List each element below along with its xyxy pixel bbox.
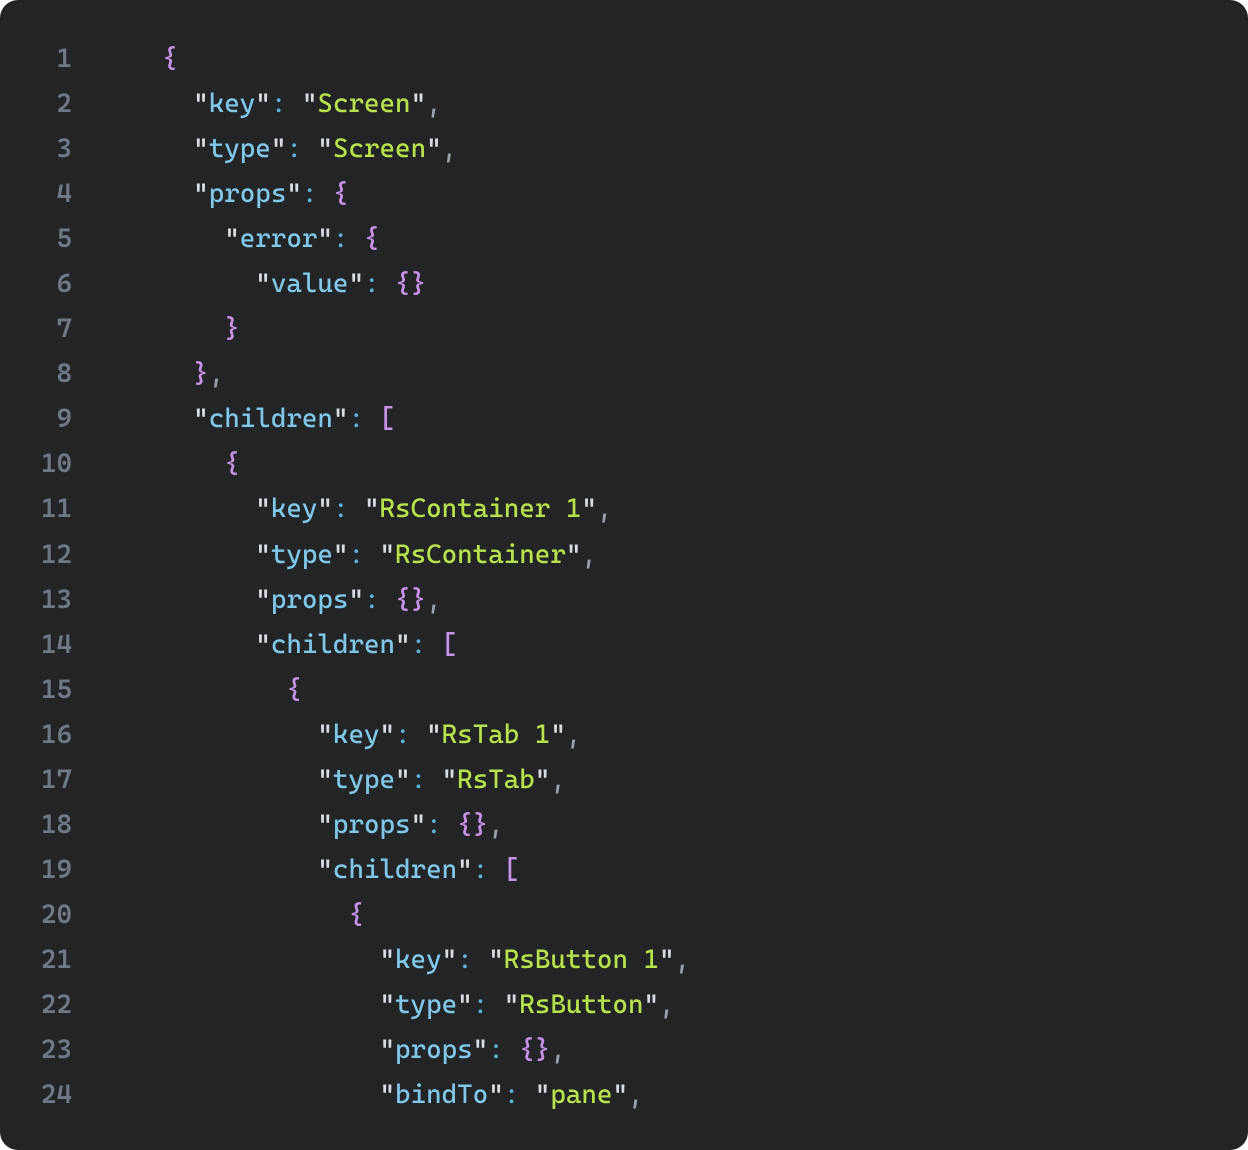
line-number: 21 — [16, 937, 100, 982]
line-number: 22 — [16, 982, 100, 1027]
line-number: 16 — [16, 712, 100, 757]
line-content: "type": "RsTab", — [100, 757, 566, 802]
code-line: 13 "props": {}, — [16, 577, 1220, 622]
line-content: "children": [ — [100, 847, 519, 892]
line-content: "children": [ — [100, 396, 395, 441]
code-line: 14 "children": [ — [16, 622, 1220, 667]
code-line: 9 "children": [ — [16, 396, 1220, 441]
line-content: "type": "RsContainer", — [100, 532, 597, 577]
line-content: { — [100, 892, 364, 937]
line-number: 10 — [16, 441, 100, 486]
code-block: 1 {2 "key": "Screen",3 "type": "Screen",… — [0, 0, 1248, 1150]
line-content: "key": "RsButton 1", — [100, 937, 690, 982]
line-number: 8 — [16, 351, 100, 396]
line-content: "error": { — [100, 216, 380, 261]
code-line: 17 "type": "RsTab", — [16, 757, 1220, 802]
line-content: } — [100, 306, 240, 351]
line-number: 4 — [16, 171, 100, 216]
line-number: 7 — [16, 306, 100, 351]
code-line: 20 { — [16, 892, 1220, 937]
line-content: }, — [100, 351, 224, 396]
code-line: 10 { — [16, 441, 1220, 486]
line-number: 5 — [16, 216, 100, 261]
line-content: "props": { — [100, 171, 348, 216]
line-content: "props": {}, — [100, 577, 442, 622]
line-content: "key": "RsContainer 1", — [100, 486, 612, 531]
line-number: 20 — [16, 892, 100, 937]
line-number: 14 — [16, 622, 100, 667]
line-number: 15 — [16, 667, 100, 712]
line-content: "props": {}, — [100, 802, 504, 847]
code-line: 3 "type": "Screen", — [16, 126, 1220, 171]
code-line: 1 { — [16, 36, 1220, 81]
line-content: "type": "Screen", — [100, 126, 457, 171]
code-line: 21 "key": "RsButton 1", — [16, 937, 1220, 982]
line-content: "bindTo": "pane", — [100, 1072, 644, 1117]
line-number: 13 — [16, 577, 100, 622]
code-line: 22 "type": "RsButton", — [16, 982, 1220, 1027]
code-line: 6 "value": {} — [16, 261, 1220, 306]
line-content: { — [100, 441, 240, 486]
line-number: 11 — [16, 486, 100, 531]
code-line: 23 "props": {}, — [16, 1027, 1220, 1072]
line-number: 6 — [16, 261, 100, 306]
code-line: 16 "key": "RsTab 1", — [16, 712, 1220, 757]
code-line: 18 "props": {}, — [16, 802, 1220, 847]
line-number: 19 — [16, 847, 100, 892]
code-line: 2 "key": "Screen", — [16, 81, 1220, 126]
code-line: 7 } — [16, 306, 1220, 351]
line-number: 9 — [16, 396, 100, 441]
line-content: "type": "RsButton", — [100, 982, 675, 1027]
line-number: 12 — [16, 532, 100, 577]
line-number: 24 — [16, 1072, 100, 1117]
line-content: "key": "Screen", — [100, 81, 442, 126]
line-content: { — [100, 667, 302, 712]
line-number: 23 — [16, 1027, 100, 1072]
line-number: 3 — [16, 126, 100, 171]
line-number: 17 — [16, 757, 100, 802]
line-content: "children": [ — [100, 622, 457, 667]
line-number: 2 — [16, 81, 100, 126]
line-content: "key": "RsTab 1", — [100, 712, 581, 757]
code-line: 11 "key": "RsContainer 1", — [16, 486, 1220, 531]
code-line: 15 { — [16, 667, 1220, 712]
line-content: { — [100, 36, 178, 81]
code-line: 4 "props": { — [16, 171, 1220, 216]
line-content: "value": {} — [100, 261, 426, 306]
line-content: "props": {}, — [100, 1027, 566, 1072]
code-line: 12 "type": "RsContainer", — [16, 532, 1220, 577]
line-number: 1 — [16, 36, 100, 81]
code-line: 24 "bindTo": "pane", — [16, 1072, 1220, 1117]
code-line: 8 }, — [16, 351, 1220, 396]
code-line: 19 "children": [ — [16, 847, 1220, 892]
code-content: 1 {2 "key": "Screen",3 "type": "Screen",… — [16, 36, 1220, 1117]
line-number: 18 — [16, 802, 100, 847]
code-line: 5 "error": { — [16, 216, 1220, 261]
